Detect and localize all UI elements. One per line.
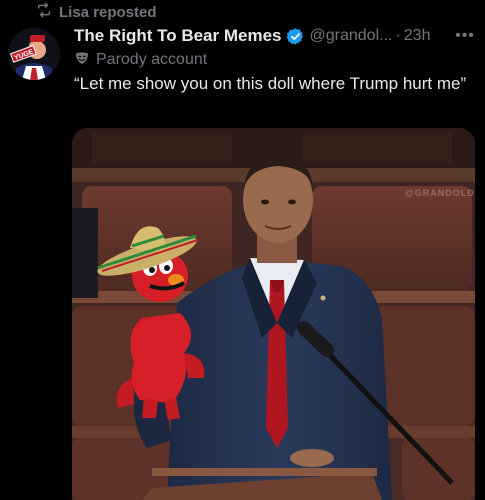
repost-indicator[interactable]: Lisa reposted xyxy=(36,2,157,22)
separator-dot: · xyxy=(395,27,401,44)
tweet-text: “Let me show you on this doll where Trum… xyxy=(74,74,467,93)
avatar[interactable]: YUGE xyxy=(8,28,60,80)
verified-badge-icon xyxy=(286,27,305,46)
repost-label: Lisa reposted xyxy=(59,3,157,21)
parody-label: Parody account xyxy=(74,49,207,71)
handle[interactable]: @grandol... xyxy=(310,27,393,45)
more-icon[interactable]: ••• xyxy=(453,24,477,48)
display-name[interactable]: The Right To Bear Memes xyxy=(74,26,282,46)
mask-icon xyxy=(74,50,90,71)
timestamp[interactable]: 23h xyxy=(404,27,431,45)
parody-account-text: Parody account xyxy=(96,51,208,68)
media-watermark: @GRANDOLDMEMES xyxy=(405,188,475,198)
tweet-media-photo[interactable]: @GRANDOLDMEMES xyxy=(72,128,475,500)
tweet-header: The Right To Bear Memes @grandol... · 23… xyxy=(74,24,477,48)
repost-icon xyxy=(36,2,52,23)
